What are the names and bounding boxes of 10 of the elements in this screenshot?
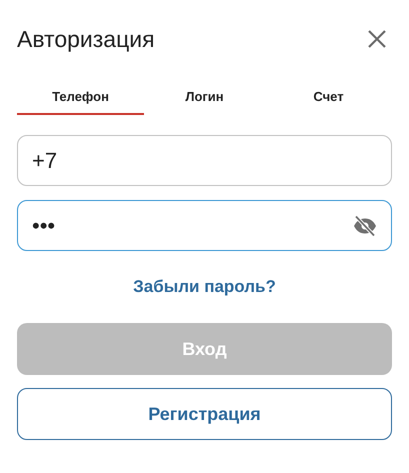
tab[interactable]: Логин bbox=[144, 88, 265, 115]
password-field[interactable]: ••• bbox=[17, 200, 392, 251]
window-title: Авторизация bbox=[17, 26, 155, 52]
phone-field[interactable]: +7 bbox=[17, 135, 392, 186]
forgot-password-link[interactable]: Забыли пароль? bbox=[133, 277, 276, 297]
eye-slash-icon[interactable] bbox=[353, 214, 377, 236]
tab[interactable]: Счет bbox=[265, 88, 392, 115]
tab[interactable]: Телефон bbox=[17, 88, 144, 115]
close-icon[interactable] bbox=[367, 29, 387, 49]
register-button[interactable]: Регистрация bbox=[17, 388, 392, 440]
